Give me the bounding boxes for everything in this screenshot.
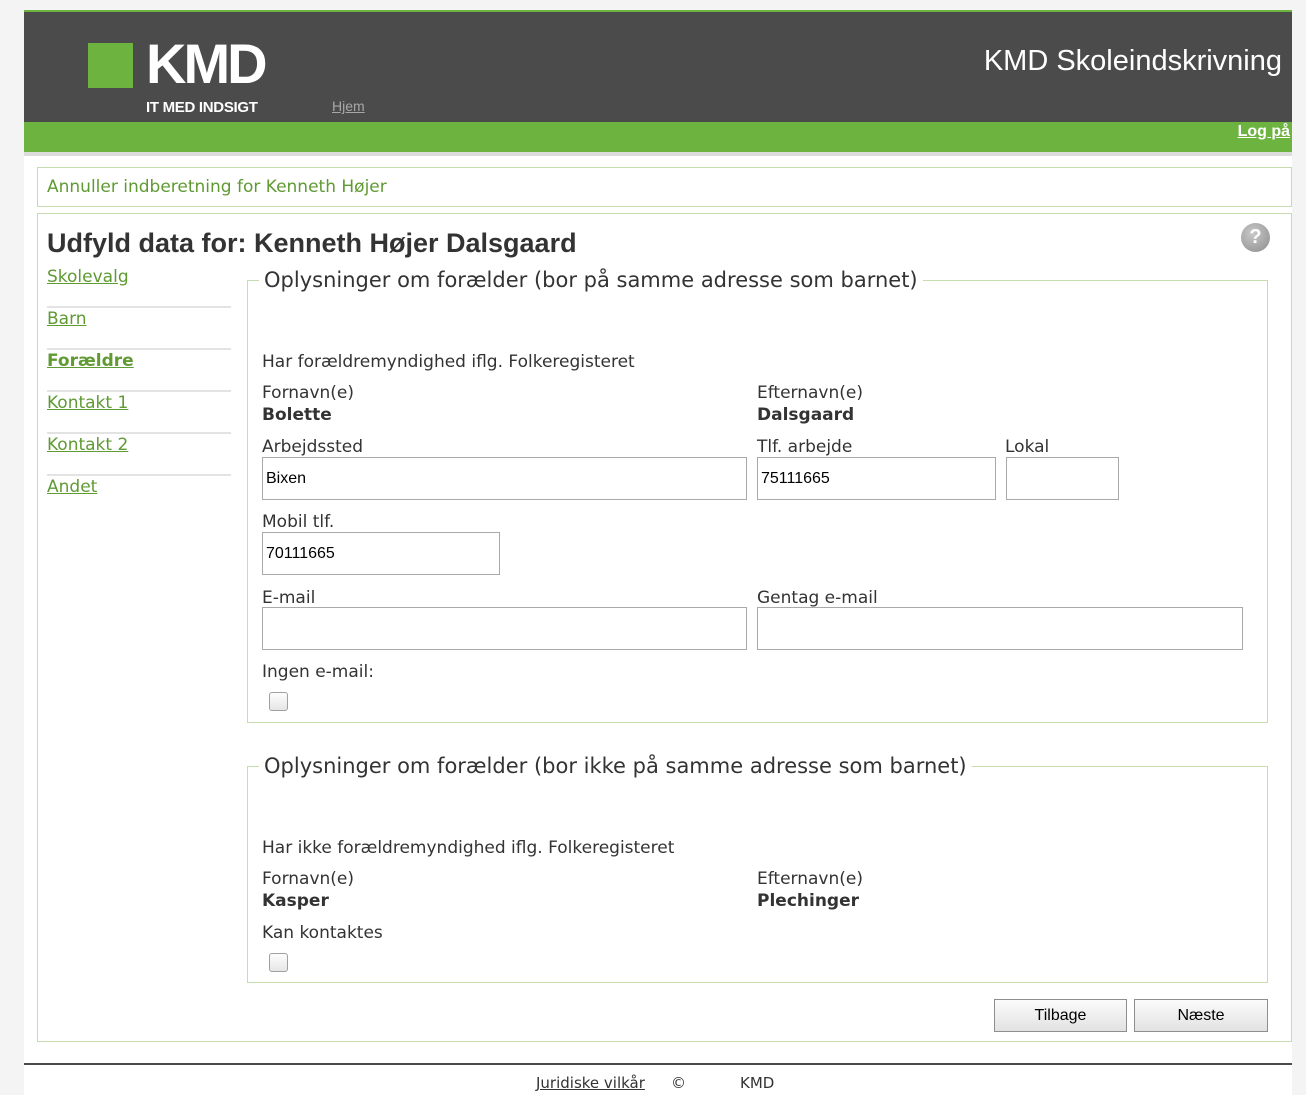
home-link[interactable]: Hjem xyxy=(332,98,365,114)
help-icon[interactable]: ? xyxy=(1241,223,1270,252)
lastname-label: Efternavn(e) xyxy=(757,383,863,403)
header: KMD IT MED INDSIGT Hjem KMD Skoleindskri… xyxy=(24,10,1292,122)
can-contact-label: Kan kontaktes xyxy=(262,923,383,943)
lastname-label: Efternavn(e) xyxy=(757,869,863,889)
workphone-label: Tlf. arbejde xyxy=(757,437,853,457)
local-input[interactable] xyxy=(1006,457,1119,500)
parent-same-address-section: Oplysninger om forælder (bor på samme ad… xyxy=(247,268,1268,723)
workphone-input[interactable]: 75111665 xyxy=(757,457,996,500)
firstname-value: Kasper xyxy=(262,891,329,911)
section-legend: Oplysninger om forælder (bor ikke på sam… xyxy=(264,754,967,778)
footer-company: KMD xyxy=(740,1074,775,1092)
nav-item-kontakt-1[interactable]: Kontakt 1 xyxy=(47,393,231,434)
section-legend: Oplysninger om forælder (bor på samme ad… xyxy=(264,268,918,292)
app-title: KMD Skoleindskrivning xyxy=(983,45,1282,77)
back-button[interactable]: Tilbage xyxy=(994,999,1127,1032)
page-title: Udfyld data for: Kenneth Højer Dalsgaard xyxy=(47,228,577,258)
legal-terms-link[interactable]: Juridiske vilkår xyxy=(536,1074,645,1092)
no-email-checkbox[interactable] xyxy=(269,692,288,711)
nav-item-skolevalg[interactable]: Skolevalg xyxy=(47,267,231,308)
next-button[interactable]: Næste xyxy=(1134,999,1268,1032)
nav-item-andet[interactable]: Andet xyxy=(47,477,231,518)
workplace-input[interactable]: Bixen xyxy=(262,457,747,500)
copyright-symbol: © xyxy=(671,1074,686,1092)
firstname-label: Fornavn(e) xyxy=(262,869,355,889)
email-label: E-mail xyxy=(262,588,316,608)
cancel-box: Annuller indberetning for Kenneth Højer xyxy=(37,167,1292,207)
page: KMD IT MED INDSIGT Hjem KMD Skoleindskri… xyxy=(24,10,1292,1095)
parent-other-address-section: Oplysninger om forælder (bor ikke på sam… xyxy=(247,754,1268,983)
nav-item-kontakt-2[interactable]: Kontakt 2 xyxy=(47,435,231,476)
firstname-value: Bolette xyxy=(262,405,332,425)
can-contact-checkbox[interactable] xyxy=(269,953,288,972)
main-panel: Udfyld data for: Kenneth Højer Dalsgaard… xyxy=(37,213,1292,1042)
login-link[interactable]: Log på xyxy=(1238,123,1290,141)
lastname-value: Plechinger xyxy=(757,891,860,911)
step-nav: Skolevalg Barn Forældre Kontakt 1 Kontak… xyxy=(47,267,231,519)
mobile-input[interactable]: 70111665 xyxy=(262,532,500,575)
workplace-label: Arbejdssted xyxy=(262,437,364,457)
nav-item-barn[interactable]: Barn xyxy=(47,309,231,350)
kmd-logo-square xyxy=(88,43,133,88)
custody-text: Har ikke forældremyndighed iflg. Folkere… xyxy=(262,838,675,858)
email-input[interactable] xyxy=(262,607,747,650)
custody-text: Har forældremyndighed iflg. Folkeregiste… xyxy=(262,352,635,372)
green-bar: Log på xyxy=(24,122,1292,156)
lastname-value: Dalsgaard xyxy=(757,405,855,425)
firstname-label: Fornavn(e) xyxy=(262,383,355,403)
email-repeat-label: Gentag e-mail xyxy=(757,588,878,608)
no-email-label: Ingen e-mail: xyxy=(262,662,374,682)
kmd-logo-text: KMD xyxy=(146,32,268,95)
local-label: Lokal xyxy=(1005,437,1050,457)
nav-item-foraeldre[interactable]: Forældre xyxy=(47,351,231,392)
logo-tagline: IT MED INDSIGT xyxy=(146,99,258,116)
cancel-registration-link[interactable]: Annuller indberetning for Kenneth Højer xyxy=(47,177,387,197)
footer-divider xyxy=(24,1063,1292,1065)
mobile-label: Mobil tlf. xyxy=(262,512,335,532)
email-repeat-input[interactable] xyxy=(757,607,1243,650)
